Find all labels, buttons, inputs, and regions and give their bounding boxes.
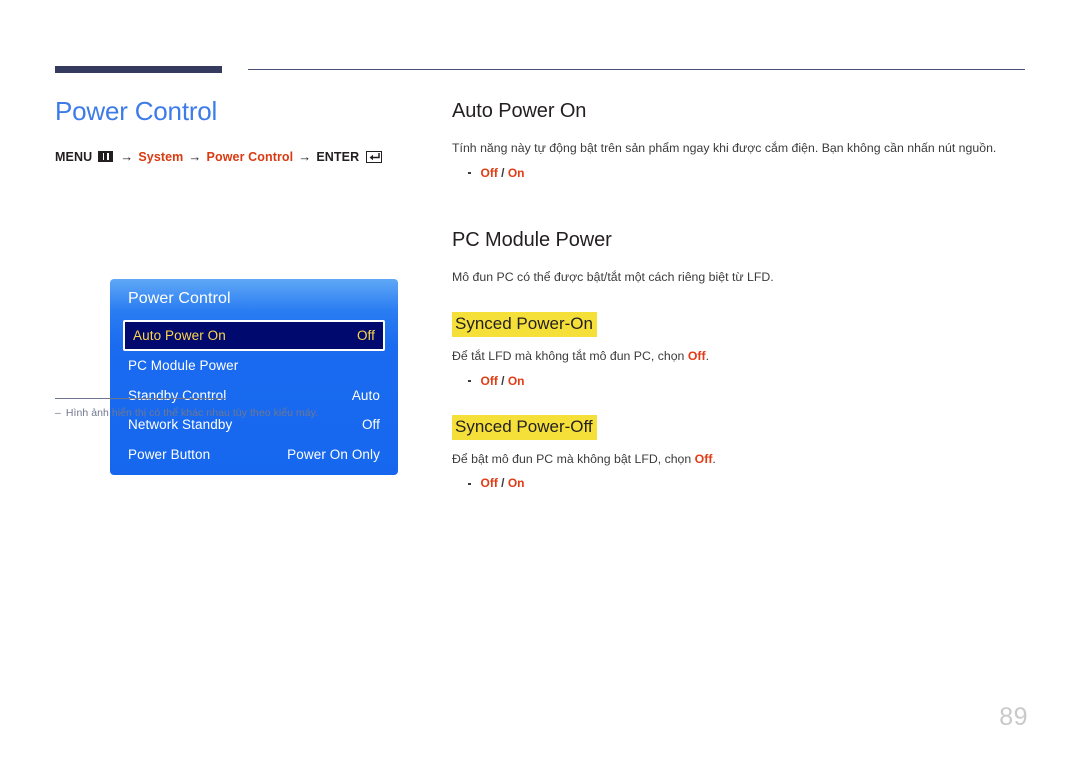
bullet-icon [468,171,471,175]
right-column: Auto Power On Tính năng này tự động bật … [452,99,1027,492]
option-on: On [507,373,525,388]
option-line-auto-power-on: Off / On [452,165,1027,182]
option-off: Off [480,373,498,388]
enter-return-icon [366,150,383,163]
page-number: 89 [999,703,1028,731]
osd-panel: Power Control Auto Power On Off PC Modul… [110,279,398,475]
header-rule-thick [55,66,222,73]
option-values: Off / On [481,165,525,182]
footnote: – Hình ảnh hiển thị có thể khác nhau tùy… [55,406,415,421]
osd-row-pc-module-power[interactable]: PC Module Power [110,351,398,381]
osd-row-value: Power On Only [287,446,380,462]
sub-text-after: . [705,348,709,363]
option-off: Off [480,165,498,180]
subsection-heading-synced-power-off: Synced Power-Off [452,415,597,440]
left-column: Power Control MENU → System → Power Cont… [55,96,425,475]
subsection-text-synced-power-on: Để tắt LFD mà không tắt mô đun PC, chọn … [452,348,1027,366]
option-off: Off [480,476,498,491]
section-body-pc-module-power: Mô đun PC có thể được bật/tắt một cách r… [452,269,774,284]
option-separator: / [497,373,508,388]
breadcrumb-arrow-3: → [298,149,312,165]
footnote-dash: – [55,407,61,419]
sub-text-before: Để tắt LFD mà không tắt mô đun PC, chọn [452,348,688,363]
section-heading-auto-power-on: Auto Power On [452,100,587,122]
option-values: Off / On [481,475,525,492]
section-heading-pc-module-power: PC Module Power [452,228,612,251]
bullet-icon [468,379,471,383]
breadcrumb-menu-label: MENU [55,149,93,164]
osd-row-power-button[interactable]: Power Button Power On Only [110,440,398,470]
bullet-icon [468,482,471,486]
option-line-synced-power-on: Off / On [452,373,1027,390]
option-line-synced-power-off: Off / On [452,475,1027,492]
page-title: Power Control [55,96,218,126]
breadcrumb-arrow-1: → [120,149,134,165]
option-on: On [507,165,525,180]
menu-grid-icon [98,151,114,163]
breadcrumb-arrow-2: → [188,149,202,165]
option-separator: / [497,165,508,180]
osd-row-value: Off [356,328,375,343]
sub-text-after: . [712,451,716,466]
osd-row-label: Standby Control [128,387,227,403]
osd-row-list: Auto Power On Off PC Module Power Standb… [110,320,398,469]
header-rule-thin [248,69,1025,70]
sub-text-highlight: Off [687,348,706,363]
option-values: Off / On [481,373,525,390]
sub-text-highlight: Off [694,451,713,466]
option-on: On [507,476,525,491]
osd-row-value: Auto [351,387,380,403]
osd-row-label: PC Module Power [128,358,239,374]
breadcrumb: MENU → System → Power Control → ENTER [55,149,425,164]
osd-row-label: Auto Power On [133,328,226,343]
subsection-heading-synced-power-on: Synced Power-On [452,312,597,337]
section-body-auto-power-on: Tính năng này tự động bật trên sản phẩm … [452,141,997,155]
subsection-text-synced-power-off: Để bật mô đun PC mà không bật LFD, chọn … [452,451,1027,469]
breadcrumb-step-system: System [138,149,184,164]
option-separator: / [497,476,508,491]
breadcrumb-enter-label: ENTER [316,149,360,164]
sub-text-before: Để bật mô đun PC mà không bật LFD, chọn [452,451,695,466]
osd-row-label: Power Button [128,446,211,462]
manual-page: Power Control MENU → System → Power Cont… [0,0,1080,763]
footnote-text: Hình ảnh hiển thị có thể khác nhau tùy t… [65,407,319,419]
breadcrumb-step-power-control: Power Control [206,149,294,164]
osd-row-auto-power-on[interactable]: Auto Power On Off [123,320,385,351]
footnote-divider [55,398,225,399]
osd-panel-title: Power Control [128,290,231,307]
